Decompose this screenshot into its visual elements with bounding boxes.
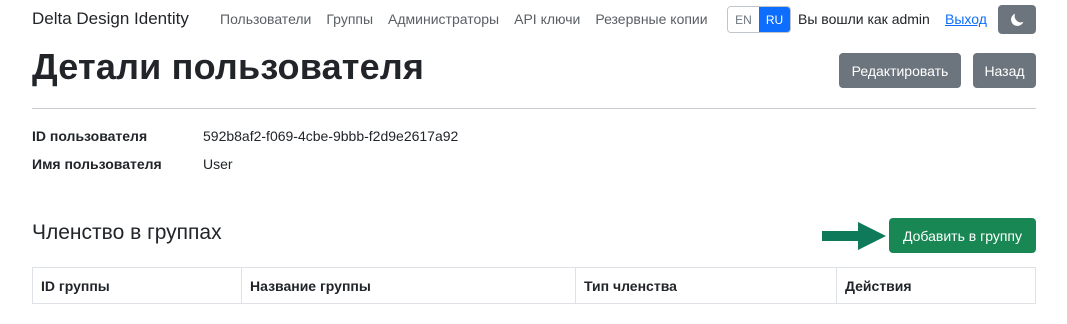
group-membership-table: ID группы Название группы Тип членства Д…: [32, 267, 1036, 304]
logged-in-text: Вы вошли как admin: [798, 11, 930, 27]
nav-link-users[interactable]: Пользователи: [220, 11, 311, 27]
add-to-group-button[interactable]: Добавить в группу: [889, 218, 1036, 253]
user-id-label: ID пользователя: [32, 128, 148, 144]
nav-link-admins[interactable]: Администраторы: [388, 11, 499, 27]
user-id-value: 592b8af2-f069-4cbe-9bbb-f2d9e2617a92: [203, 128, 459, 144]
lang-ru-button[interactable]: RU: [759, 7, 790, 32]
theme-toggle-button[interactable]: [998, 5, 1036, 34]
column-header-membership-type: Тип членства: [575, 267, 837, 304]
nav-links: Пользователи Группы Администраторы API к…: [220, 11, 708, 27]
arrow-right-icon: [822, 222, 886, 250]
moon-icon: [1011, 13, 1024, 26]
username-label: Имя пользователя: [32, 156, 162, 172]
logout-link[interactable]: Выход: [945, 11, 987, 27]
brand-link[interactable]: Delta Design Identity: [32, 9, 189, 29]
back-button[interactable]: Назад: [973, 53, 1036, 88]
page-title: Детали пользователя: [32, 46, 425, 87]
table-header-row: ID группы Название группы Тип членства Д…: [32, 267, 1036, 304]
column-header-group-id: ID группы: [32, 267, 242, 304]
group-membership-title: Членство в группах: [32, 221, 222, 244]
nav-link-groups[interactable]: Группы: [326, 11, 373, 27]
column-header-actions: Действия: [836, 267, 1036, 304]
lang-en-button[interactable]: EN: [728, 7, 759, 32]
navbar: Delta Design Identity Пользователи Групп…: [0, 0, 1067, 40]
language-switcher: EN RU: [727, 6, 791, 33]
username-value: User: [203, 156, 233, 172]
nav-link-api-keys[interactable]: API ключи: [514, 11, 580, 27]
edit-button[interactable]: Редактировать: [839, 53, 961, 88]
column-header-group-name: Название группы: [241, 267, 576, 304]
header-divider: [32, 108, 1036, 109]
nav-link-backups[interactable]: Резервные копии: [595, 11, 707, 27]
